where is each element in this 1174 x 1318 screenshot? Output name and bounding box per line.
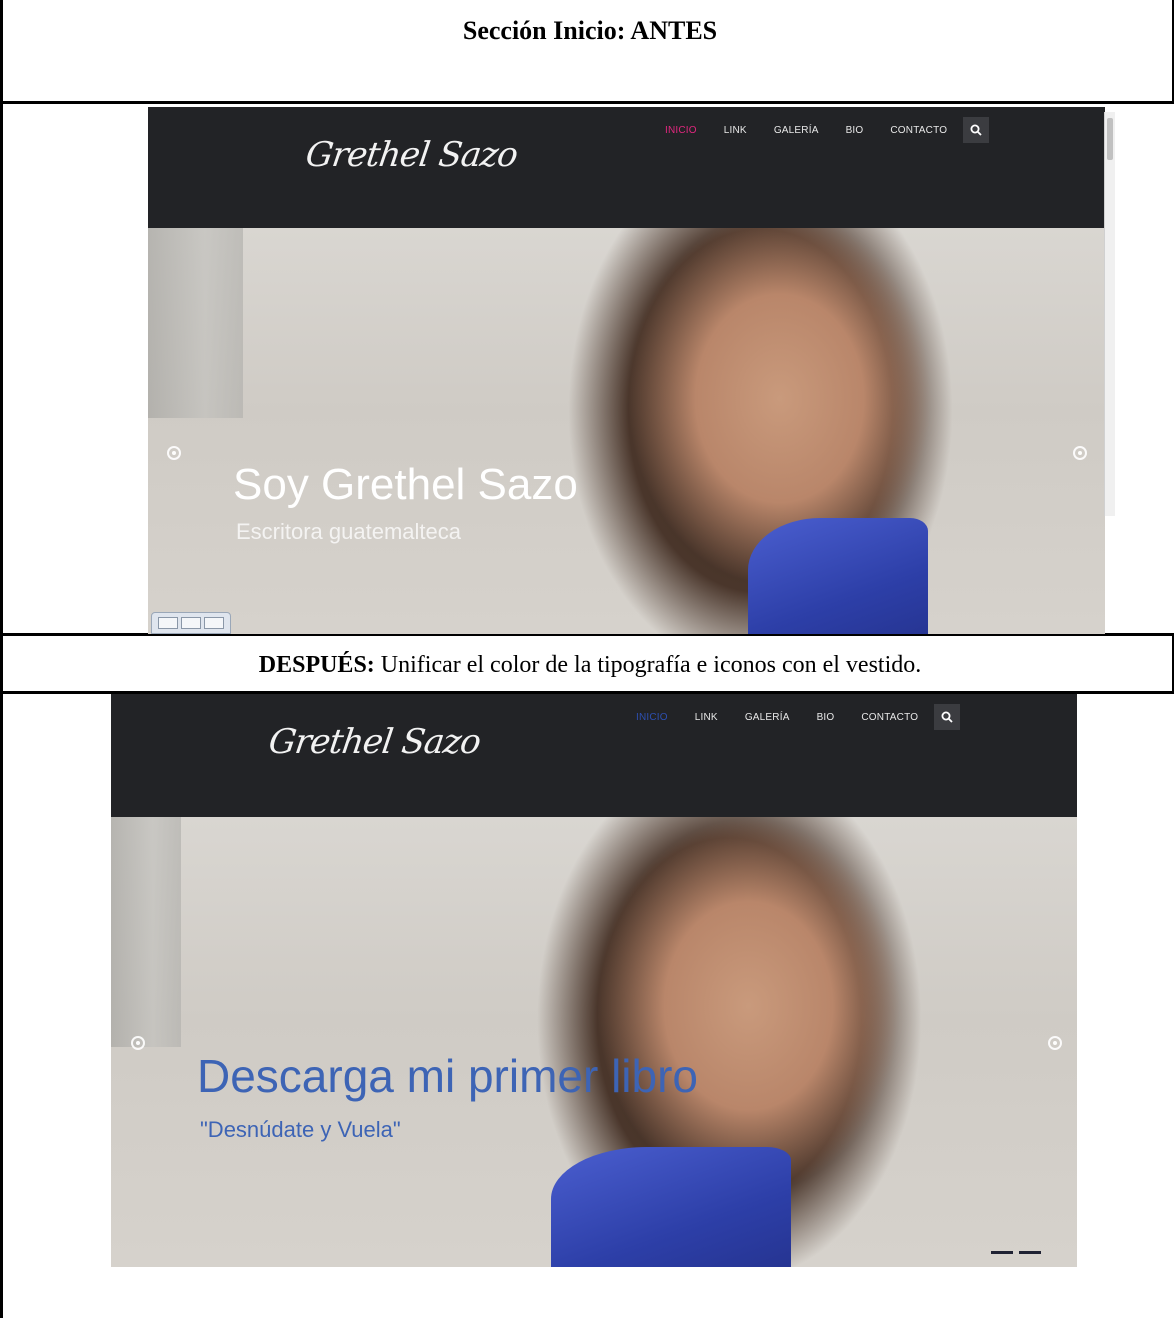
nav-item-contacto[interactable]: CONTACTO: [890, 125, 947, 136]
blue-dress: [748, 518, 928, 634]
nav-item-galeria[interactable]: GALERÍA: [745, 712, 790, 723]
hero-subtitle: "Desnúdate y Vuela": [200, 1117, 401, 1142]
nav-item-inicio[interactable]: INICIO: [636, 712, 668, 723]
blue-dress: [551, 1147, 791, 1267]
circle-arrow-left-icon[interactable]: [131, 1036, 145, 1050]
circle-arrow-right-icon[interactable]: [1048, 1036, 1062, 1050]
nav-item-link[interactable]: LINK: [724, 125, 747, 136]
background-pillar: [111, 817, 181, 1047]
site-logo[interactable]: Grethel Sazo: [266, 722, 482, 762]
main-nav: INICIO LINK GALERÍA BIO CONTACTO: [636, 704, 961, 730]
before-heading: Sección Inicio: ANTES: [462, 16, 718, 45]
site-logo[interactable]: Grethel Sazo: [303, 135, 519, 175]
search-icon: [970, 124, 982, 136]
maximize-icon[interactable]: [181, 617, 201, 629]
after-caption: DESPUÉS: Unificar el color de la tipogra…: [3, 652, 1174, 679]
search-button[interactable]: [963, 117, 990, 143]
nav-item-bio[interactable]: BIO: [817, 712, 835, 723]
close-icon[interactable]: [204, 617, 224, 629]
scrollbar[interactable]: [1104, 112, 1115, 516]
background-pillar: [148, 228, 243, 418]
slider-pager[interactable]: [991, 1251, 1041, 1254]
site-header: Grethel Sazo INICIO LINK GALERÍA BIO CON…: [148, 107, 1105, 228]
nav-item-galeria[interactable]: GALERÍA: [774, 125, 819, 136]
hero-slider: Descarga mi primer libro "Desnúdate y Vu…: [111, 817, 1077, 1267]
main-nav: INICIO LINK GALERÍA BIO CONTACTO: [665, 117, 990, 143]
pager-dash[interactable]: [991, 1251, 1013, 1254]
after-site-screenshot: Grethel Sazo INICIO LINK GALERÍA BIO CON…: [111, 694, 1077, 1267]
after-description: Unificar el color de la tipografía e ico…: [374, 652, 922, 678]
scrollbar-thumb[interactable]: [1107, 118, 1113, 160]
nav-item-link[interactable]: LINK: [695, 712, 718, 723]
minimize-icon[interactable]: [158, 617, 178, 629]
hero-title: Soy Grethel Sazo: [233, 460, 578, 509]
hero-subtitle: Escritora guatemalteca: [236, 519, 461, 544]
circle-arrow-right-icon[interactable]: [1073, 446, 1087, 460]
search-button[interactable]: [934, 704, 961, 730]
circle-arrow-left-icon[interactable]: [167, 446, 181, 460]
before-site-screenshot: Grethel Sazo INICIO LINK GALERÍA BIO CON…: [148, 107, 1105, 634]
site-header: Grethel Sazo INICIO LINK GALERÍA BIO CON…: [111, 694, 1077, 817]
nav-item-contacto[interactable]: CONTACTO: [861, 712, 918, 723]
window-controls: [151, 612, 231, 634]
hero-slider: Soy Grethel Sazo Escritora guatemalteca: [148, 228, 1105, 634]
pager-dash[interactable]: [1019, 1251, 1041, 1254]
document-table: Sección Inicio: ANTES Grethel Sazo INICI…: [0, 0, 1174, 1318]
table-divider: [3, 101, 1174, 104]
search-icon: [941, 711, 953, 723]
nav-item-bio[interactable]: BIO: [846, 125, 864, 136]
hero-title: Descarga mi primer libro: [197, 1050, 699, 1102]
nav-item-inicio[interactable]: INICIO: [665, 125, 697, 136]
after-label: DESPUÉS:: [258, 652, 375, 678]
